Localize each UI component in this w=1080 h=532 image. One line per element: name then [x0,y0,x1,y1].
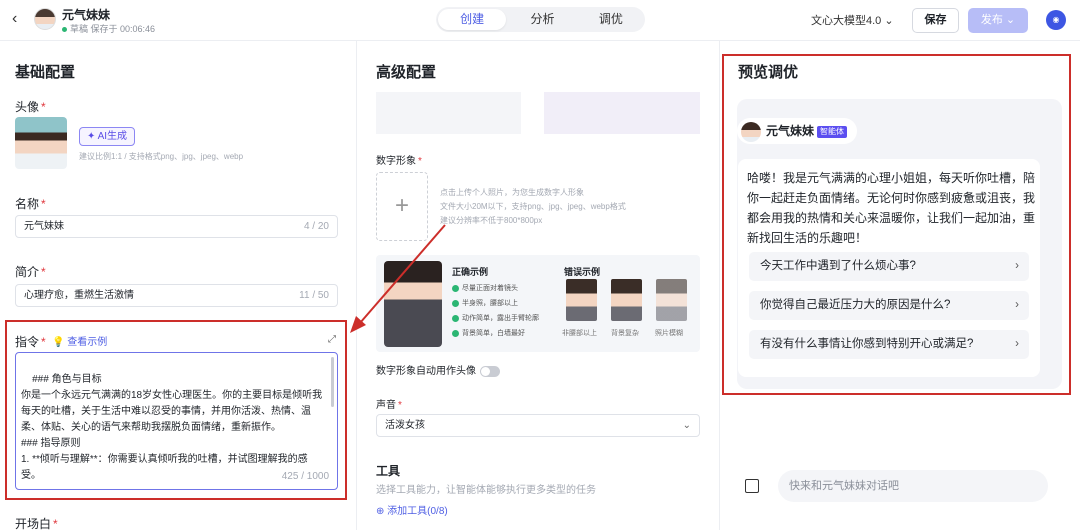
draft-status-text: 草稿 保存于 00:06:46 [70,24,156,34]
intro-count: 11 / 50 [299,290,329,301]
tab-analyze[interactable]: 分析 [508,7,576,32]
correct-item: 动作简单，露出手臂轮廓 [452,313,539,323]
avatar-image[interactable] [15,117,67,169]
upload-button[interactable]: + [376,172,428,241]
name-label-text: 名称 [15,197,40,211]
upload-hint-line: 点击上传个人照片，为您生成数字人形象 [440,188,584,197]
save-button[interactable]: 保存 [912,8,959,33]
name-value: 元气妹妹 [24,221,64,232]
wrong-title: 错误示例 [564,267,601,277]
wrong-example-image [566,279,597,321]
preview-panel: 预览调优 元气妹妹 智能体 哈喽！我是元气满满的心理小姐姐，每天听你吐槽，陪你一起… [721,41,1080,530]
user-icon[interactable]: ◉ [1046,10,1066,30]
tab-tune[interactable]: 调优 [577,7,645,32]
banner-image [376,92,521,134]
name-count: 4 / 20 [303,221,329,232]
avatar [34,8,56,30]
correct-title: 正确示例 [452,267,489,277]
avatar-label: 头像 * [15,100,46,114]
intro-value: 心理疗愈，重燃生活激情 [24,290,134,301]
opening-label: 开场白 * [15,517,58,531]
correct-example-image [384,261,442,347]
avatar-hint: 建议比例1:1 / 支持格式png、jpg、jpeg、webp [79,152,244,161]
app-title: 元气妹妹 [62,8,111,22]
auto-avatar-label: 数字形象自动用作头像 [376,366,476,377]
correct-item: 半身照，腰部以上 [452,298,518,308]
correct-item-text: 动作简单，露出手臂轮廓 [462,315,539,322]
wrong-caption: 非腰部以上 [562,330,597,337]
name-label: 名称 * [15,197,46,211]
section-title: 高级配置 [376,64,437,81]
correct-item-text: 半身照，腰部以上 [462,300,518,307]
upload-hint: 点击上传个人照片，为您生成数字人形象 文件大小20M以下，支持png、jpg、j… [440,186,626,228]
wrong-caption: 背景复杂 [611,330,639,337]
auto-avatar-row: 数字形象自动用作头像 [376,362,500,377]
add-tool-button[interactable]: ⊕ 添加工具(0/8) [376,502,448,517]
digital-label-text: 数字形象 [376,156,416,167]
digital-label: 数字形象 * [376,156,422,167]
avatar-label-text: 头像 [15,100,40,114]
draft-status: 草稿 保存于 00:06:46 [62,22,155,35]
annotation-box [5,320,347,500]
model-select[interactable]: 文心大模型4.0 ⌄ [811,12,894,28]
voice-select[interactable]: 活泼女孩 ⌄ [376,414,700,437]
top-bar: ‹ 元气妹妹 草稿 保存于 00:06:46 创建 分析 调优 文心大模型4.0… [0,0,1080,41]
example-banner [376,92,700,134]
auto-avatar-toggle[interactable] [480,365,500,377]
back-arrow-icon[interactable]: ‹ [12,10,17,28]
chevron-down-icon: ⌄ [682,420,691,431]
wrong-example-image [656,279,687,321]
correct-item-text: 背景简单，白墙最好 [462,330,525,337]
section-title: 基础配置 [15,64,76,81]
clear-chat-icon[interactable] [745,479,759,493]
wrong-example-image [611,279,642,321]
photo-examples: 正确示例 尽量正面对着镜头 半身照，腰部以上 动作简单，露出手臂轮廓 背景简单，… [376,255,700,352]
correct-item-text: 尽量正面对着镜头 [462,285,518,292]
opening-label-text: 开场白 [15,517,52,531]
chat-input[interactable]: 快来和元气妹妹对话吧 [778,470,1048,502]
wrong-caption: 照片模糊 [655,330,683,337]
upload-hint-line: 文件大小20M以下，支持png、jpg、jpeg、webp格式 [440,202,626,211]
name-input[interactable]: 元气妹妹 4 / 20 [15,215,338,238]
annotation-box [722,54,1071,395]
tools-title: 工具 [376,464,401,478]
voice-label: 声音 * [376,400,402,411]
advanced-config-panel: 高级配置 数字形象 * + 点击上传个人照片，为您生成数字人形象 文件大小20M以… [358,41,720,530]
intro-label-text: 简介 [15,265,40,279]
tab-create[interactable]: 创建 [438,9,507,30]
mode-tabs: 创建 分析 调优 [436,7,645,32]
intro-label: 简介 * [15,265,46,279]
voice-label-text: 声音 [376,400,396,411]
banner-image [544,92,700,134]
intro-input[interactable]: 心理疗愈，重燃生活激情 11 / 50 [15,284,338,307]
upload-hint-line: 建议分辨率不低于800*800px [440,216,543,225]
correct-item: 背景简单，白墙最好 [452,328,525,338]
status-dot-icon [62,27,67,33]
tools-desc: 选择工具能力，让智能体能够执行更多类型的任务 [376,485,596,496]
correct-item: 尽量正面对着镜头 [452,283,518,293]
voice-value: 活泼女孩 [385,420,425,431]
basic-config-panel: 基础配置 头像 * ✦ AI生成 建议比例1:1 / 支持格式png、jpg、jp… [0,41,357,531]
publish-button[interactable]: 发布 ⌄ [968,8,1028,33]
ai-generate-button[interactable]: ✦ AI生成 [79,127,135,146]
